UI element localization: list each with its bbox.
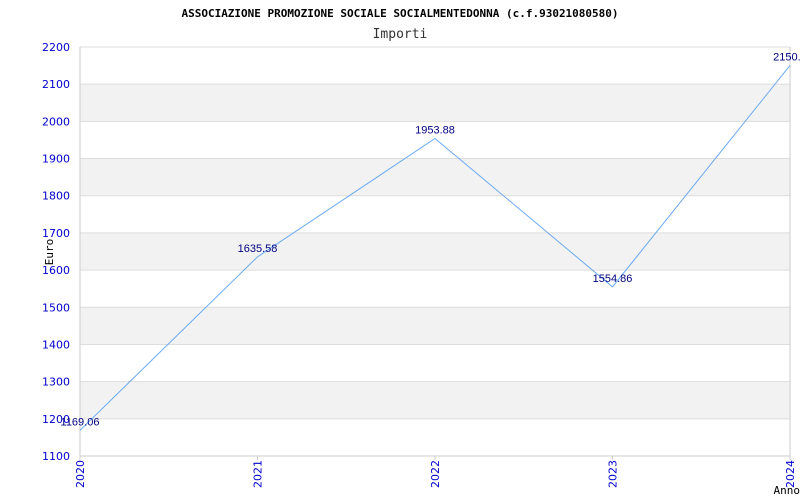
x-tick-label: 2020 <box>74 460 87 488</box>
grid-band <box>80 232 790 271</box>
grid-band <box>80 84 790 122</box>
data-label: 1953.88 <box>415 125 455 137</box>
y-axis-label: Euro <box>43 239 56 266</box>
grid-band <box>80 158 790 196</box>
grid-band <box>80 381 790 419</box>
data-label: 1635.58 <box>238 243 278 255</box>
y-tick-label: 1300 <box>42 376 70 389</box>
y-tick-label: 1900 <box>42 153 70 166</box>
data-label: 1169.06 <box>61 416 100 428</box>
y-tick-label: 2100 <box>42 78 70 91</box>
y-tick-label: 1100 <box>42 450 70 463</box>
x-tick-label: 2023 <box>607 460 620 488</box>
chart-subtitle: Importi <box>373 27 428 42</box>
x-tick-labels: 2020 2021 2022 2023 2024 <box>74 456 797 488</box>
chart-title: ASSOCIAZIONE PROMOZIONE SOCIALE SOCIALME… <box>181 7 618 20</box>
line-chart: 1100120013001400150016001700180019002000… <box>42 7 800 497</box>
y-tick-label: 1400 <box>42 338 70 351</box>
y-tick-label: 1500 <box>42 301 70 314</box>
data-label: 2150.4 <box>773 51 800 63</box>
y-tick-label: 1800 <box>42 190 70 203</box>
y-tick-label: 1700 <box>42 227 70 240</box>
y-tick-label: 2000 <box>42 115 70 128</box>
x-axis-label: Anno <box>774 484 800 497</box>
y-tick-label: 2200 <box>42 41 70 54</box>
data-label: 1554.86 <box>593 273 633 285</box>
x-tick-label: 2022 <box>429 460 442 488</box>
x-tick-label: 2021 <box>252 460 265 488</box>
